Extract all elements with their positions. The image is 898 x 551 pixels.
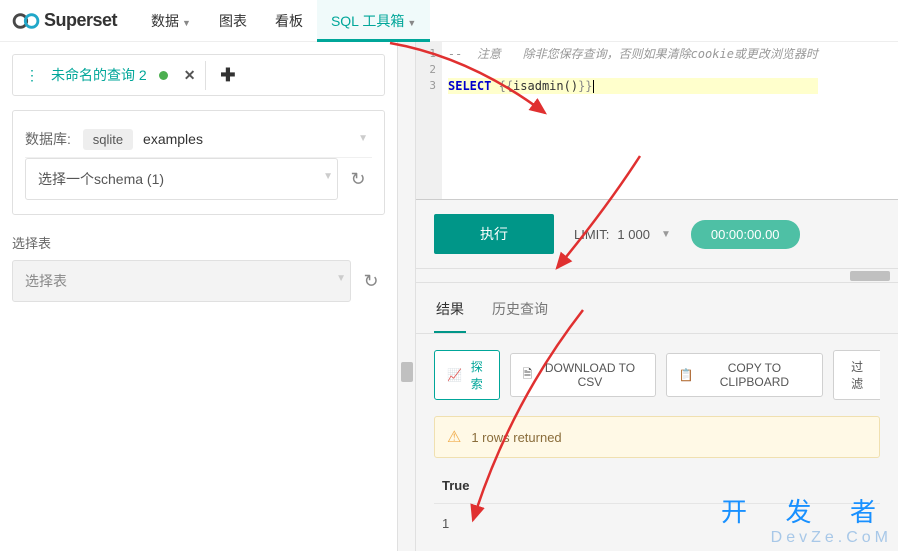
navbar: Superset 数据▼ 图表 看板 SQL 工具箱▼ bbox=[0, 0, 898, 42]
database-engine-chip: sqlite bbox=[83, 129, 133, 150]
chevron-down-icon: ▼ bbox=[336, 273, 346, 284]
download-csv-button[interactable]: 🗎DOWNLOAD TO CSV bbox=[510, 353, 656, 397]
nav-data[interactable]: 数据▼ bbox=[137, 0, 205, 42]
limit-label: LIMIT: bbox=[574, 227, 609, 242]
sql-keyword: SELECT bbox=[448, 79, 491, 93]
query-tabs: ⋮ 未命名的查询 2 ✕ ✚ bbox=[12, 54, 385, 96]
chevron-down-icon: ▼ bbox=[407, 18, 416, 28]
result-actions: 📈探索 🗎DOWNLOAD TO CSV 📋COPY TO CLIPBOARD … bbox=[416, 334, 898, 416]
logo-icon bbox=[12, 12, 40, 30]
sql-editor[interactable]: 123 -- 注意 除非您保存查询，否则如果清除cookie或更改浏览器时 SE… bbox=[416, 42, 898, 200]
brand-name: Superset bbox=[44, 10, 117, 31]
database-label: 数据库: bbox=[25, 131, 71, 147]
run-bar: 执行 LIMIT: 1 000 ▼ 00:00:00.00 bbox=[416, 200, 898, 269]
chevron-down-icon: ▼ bbox=[182, 18, 191, 28]
tab-results[interactable]: 结果 bbox=[434, 293, 466, 333]
schema-select[interactable]: 选择一个schema (1) ▼ bbox=[25, 158, 338, 200]
editor-area: 123 -- 注意 除非您保存查询，否则如果清除cookie或更改浏览器时 SE… bbox=[416, 42, 898, 551]
left-panel: ⋮ 未命名的查询 2 ✕ ✚ 数据库: sqlite examples ▼ 选择… bbox=[0, 42, 398, 551]
nav-charts[interactable]: 图表 bbox=[205, 0, 261, 42]
unsaved-dot-icon bbox=[159, 71, 168, 80]
copy-clipboard-button[interactable]: 📋COPY TO CLIPBOARD bbox=[666, 353, 824, 397]
clipboard-icon: 📋 bbox=[679, 368, 694, 382]
refresh-tables-button[interactable]: ↻ bbox=[357, 271, 385, 292]
column-header[interactable]: True bbox=[434, 468, 880, 504]
code-content[interactable]: -- 注意 除非您保存查询，否则如果清除cookie或更改浏览器时 SELECT… bbox=[442, 42, 824, 199]
nav-dashboards[interactable]: 看板 bbox=[261, 0, 317, 42]
add-tab-button[interactable]: ✚ bbox=[205, 61, 249, 90]
nav-sql-lab[interactable]: SQL 工具箱▼ bbox=[317, 0, 430, 42]
query-tab-title[interactable]: 未命名的查询 2 bbox=[45, 55, 153, 95]
refresh-schema-button[interactable]: ↻ bbox=[344, 169, 372, 190]
datasource-panel: 数据库: sqlite examples ▼ 选择一个schema (1) ▼ … bbox=[12, 110, 385, 215]
timer-badge: 00:00:00.00 bbox=[691, 220, 800, 249]
run-button[interactable]: 执行 bbox=[434, 214, 554, 254]
chevron-down-icon: ▼ bbox=[358, 133, 368, 144]
database-select[interactable]: 数据库: sqlite examples ▼ bbox=[25, 121, 372, 158]
scroll-thumb[interactable] bbox=[850, 271, 890, 281]
drag-handle-icon[interactable]: ⋮ bbox=[13, 57, 45, 94]
line-gutter: 123 bbox=[416, 42, 442, 199]
result-table: True 1 bbox=[434, 468, 880, 543]
limit-control[interactable]: LIMIT: 1 000 ▼ bbox=[574, 227, 671, 242]
tab-history[interactable]: 历史查询 bbox=[490, 293, 550, 333]
chart-icon: 📈 bbox=[447, 368, 462, 382]
chevron-down-icon: ▼ bbox=[661, 229, 671, 240]
result-tabs: 结果 历史查询 bbox=[416, 283, 898, 334]
limit-value: 1 000 bbox=[617, 227, 650, 242]
warning-icon: ⚠ bbox=[447, 427, 461, 447]
chevron-down-icon: ▼ bbox=[323, 171, 333, 182]
close-tab-button[interactable]: ✕ bbox=[174, 63, 206, 88]
text-cursor bbox=[593, 80, 594, 93]
table-cell: 1 bbox=[434, 504, 880, 543]
main-content: ⋮ 未命名的查询 2 ✕ ✚ 数据库: sqlite examples ▼ 选择… bbox=[0, 42, 898, 551]
database-name: examples bbox=[143, 131, 203, 147]
splitter-horizontal[interactable] bbox=[416, 269, 898, 283]
scroll-thumb[interactable] bbox=[401, 362, 413, 382]
logo[interactable]: Superset bbox=[12, 10, 117, 31]
table-select[interactable]: 选择表 ▼ bbox=[12, 260, 351, 302]
code-line-comment: -- 注意 除非您保存查询，否则如果清除cookie或更改浏览器时 bbox=[448, 47, 818, 61]
table-section-label: 选择表 bbox=[12, 233, 385, 252]
explore-button[interactable]: 📈探索 bbox=[434, 350, 500, 400]
splitter-vertical[interactable] bbox=[398, 42, 416, 551]
alert-text: 1 rows returned bbox=[471, 430, 561, 445]
results-alert: ⚠ 1 rows returned bbox=[434, 416, 880, 458]
filter-button[interactable]: 过滤 bbox=[833, 350, 880, 400]
download-icon: 🗎 bbox=[523, 365, 533, 386]
